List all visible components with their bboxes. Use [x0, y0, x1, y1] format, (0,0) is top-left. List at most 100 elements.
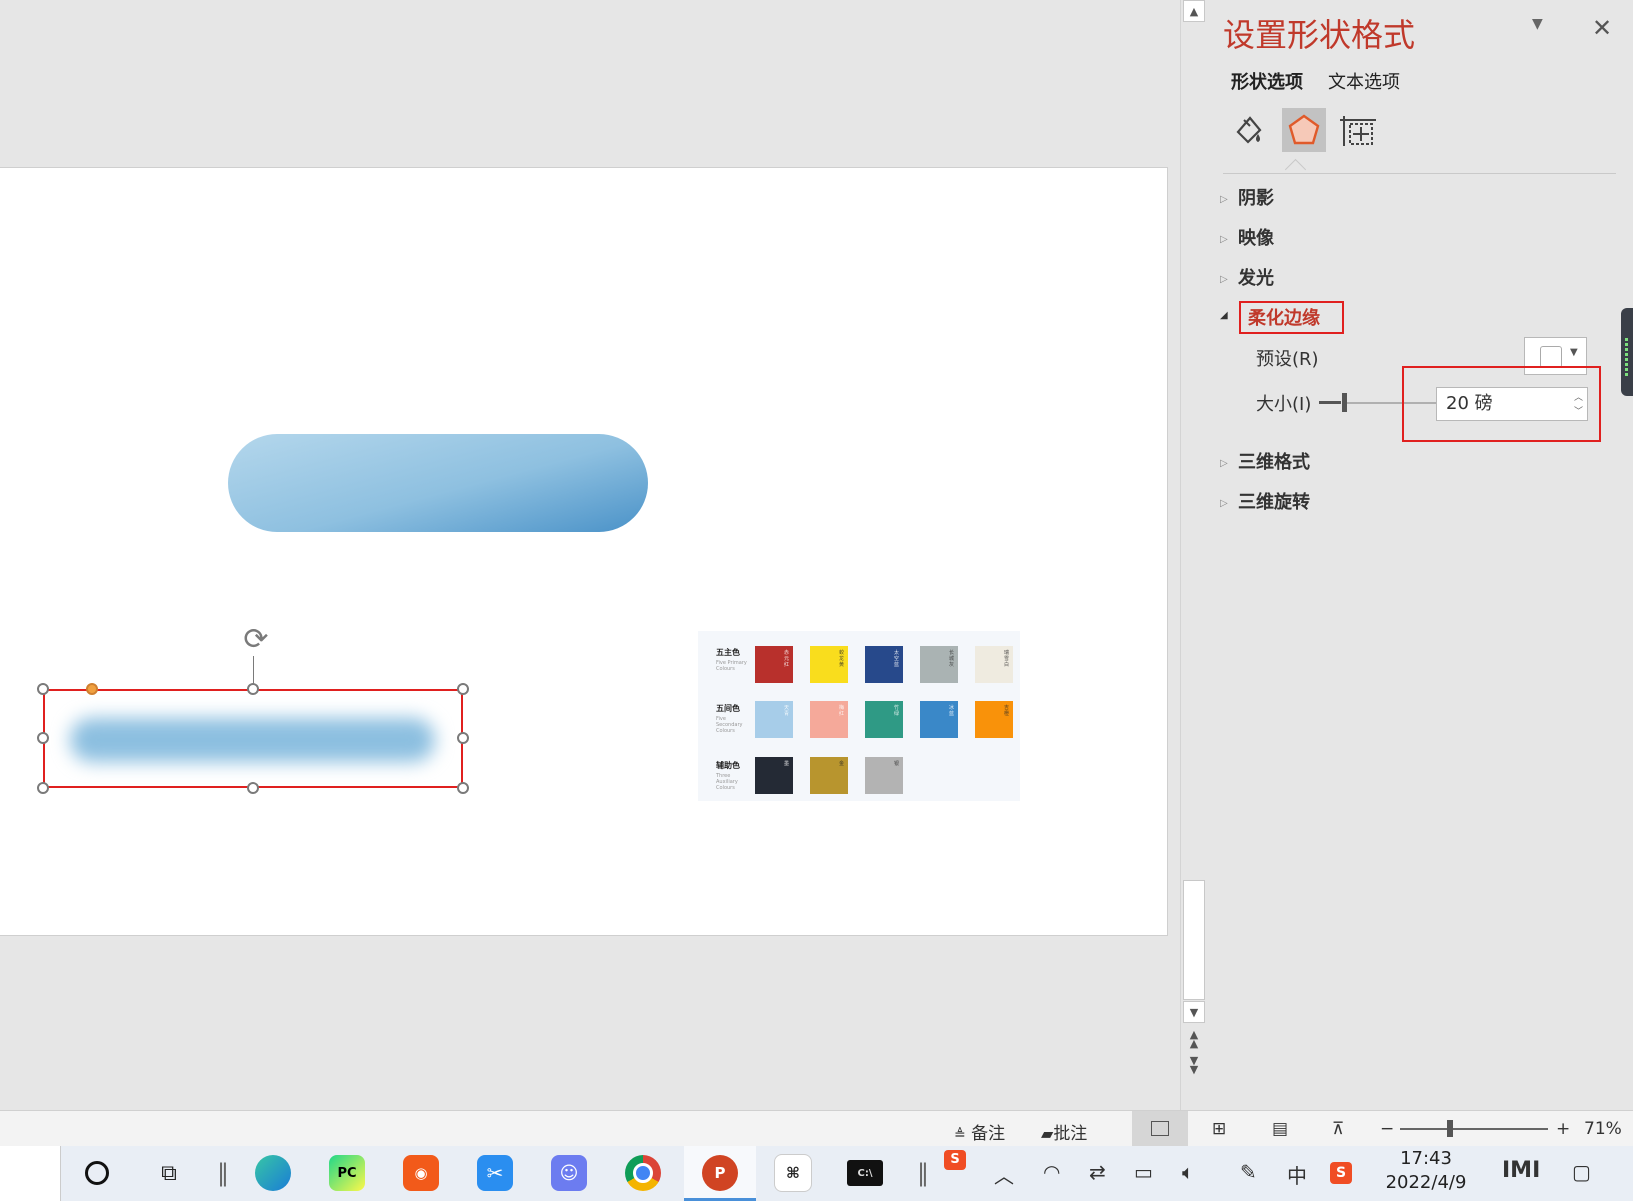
color-palette-image[interactable]: 五主色 Five Primary Colours 五间色 Five Second… [698, 631, 1020, 801]
notes-icon: ≜ [954, 1127, 966, 1143]
pane-title: 设置形状格式 [1223, 16, 1416, 54]
tab-shape-options[interactable]: 形状选项 [1231, 68, 1303, 94]
slide[interactable] [0, 167, 1168, 936]
task-view-icon[interactable]: ⧉ [146, 1150, 192, 1196]
pane-options-dropdown-icon[interactable]: ▼ [1532, 16, 1543, 32]
slide-sorter-icon[interactable]: ⊞ [1212, 1119, 1226, 1139]
section-reflection[interactable]: ▷ 映像 [1220, 224, 1274, 250]
size-label: 大小(I) [1256, 394, 1312, 415]
collapse-triangle-icon: ◢ [1220, 309, 1228, 321]
spin-down-icon[interactable]: ﹀ [1574, 396, 1583, 428]
effects-pentagon-icon[interactable] [1282, 108, 1326, 152]
notifications-icon[interactable]: ▢ [1572, 1160, 1591, 1184]
section-glow[interactable]: ▷ 发光 [1220, 264, 1274, 290]
expand-triangle-icon: ▷ [1220, 233, 1228, 245]
color-swatch: 竹绿 [865, 701, 903, 738]
zoom-slider-track[interactable] [1400, 1128, 1548, 1130]
scroll-down-icon[interactable]: ▼ [1183, 1001, 1205, 1023]
vertical-scrollbar[interactable]: ▲ ▼ ▲ ▲ ▼ ▼ [1180, 0, 1208, 1110]
swatch-name: 太空蓝 [894, 650, 900, 668]
tab-text-options[interactable]: 文本选项 [1328, 68, 1400, 94]
section-soft-edges[interactable]: ◢ [1220, 304, 1238, 325]
app-orange-icon[interactable]: ◉ [398, 1150, 444, 1196]
taskbar-separator-icon: ‖ [217, 1159, 229, 1187]
swatch-name: 竹绿 [894, 705, 900, 717]
resize-handle-w[interactable] [37, 732, 49, 744]
scissors-icon[interactable]: ✂ [472, 1150, 518, 1196]
taskbar-separator-icon: ‖ [917, 1159, 929, 1187]
wifi-icon[interactable]: ◠ [1043, 1160, 1060, 1184]
resize-handle-nw[interactable] [37, 683, 49, 695]
reading-view-icon[interactable]: ▤ [1272, 1119, 1288, 1139]
section-3d-format[interactable]: ▷ 三维格式 [1220, 448, 1310, 474]
input-mode-icon[interactable]: 中 [1287, 1160, 1307, 1189]
gradient-rounded-rectangle[interactable] [228, 434, 648, 532]
swatch-name: 墨 [784, 761, 790, 767]
normal-view-button[interactable] [1132, 1111, 1188, 1147]
clock-date: 2022/4/9 [1385, 1172, 1467, 1193]
section-shadow[interactable]: ▷ 阴影 [1220, 184, 1274, 210]
code-monkey-icon[interactable]: ☺ [546, 1150, 592, 1196]
app-tray-logo-icon[interactable]: IMI [1502, 1158, 1540, 1183]
zoom-out-icon[interactable]: − [1380, 1119, 1394, 1139]
resize-handle-s[interactable] [247, 782, 259, 794]
chrome-icon[interactable] [620, 1150, 666, 1196]
adjust-handle[interactable] [86, 683, 98, 695]
volume-icon[interactable]: 🔈︎ [1182, 1160, 1194, 1184]
zoom-level[interactable]: 71% [1584, 1119, 1622, 1139]
section-label: 三维旋转 [1238, 492, 1310, 513]
palette-row-label: 辅助色 [716, 761, 740, 770]
swatch-name: 银 [894, 761, 900, 767]
comments-button[interactable]: ▰批注 [1041, 1119, 1087, 1144]
resize-handle-se[interactable] [457, 782, 469, 794]
rotate-handle-icon[interactable]: ⟳ [238, 622, 274, 658]
resize-handle-e[interactable] [457, 732, 469, 744]
notes-button[interactable]: ≜ 备注 [954, 1119, 1005, 1144]
section-label: 阴影 [1238, 188, 1274, 209]
comments-label: 批注 [1053, 1124, 1088, 1144]
palette-row-label: 五主色 [716, 648, 740, 657]
clock[interactable]: 17:43 2022/4/9 [1378, 1148, 1474, 1193]
terminal-icon[interactable]: C:\ [842, 1150, 888, 1196]
app-white-icon[interactable]: ⌘ [770, 1150, 816, 1196]
pycharm-icon[interactable]: PC [324, 1150, 370, 1196]
size-slider-thumb[interactable] [1342, 393, 1347, 412]
side-widget-tab[interactable] [1621, 308, 1633, 396]
fill-line-icon[interactable] [1228, 108, 1272, 152]
resize-handle-n[interactable] [247, 683, 259, 695]
color-swatch: 长城灰 [920, 646, 958, 683]
next-slide-icon[interactable]: ▼ ▼ [1185, 1055, 1203, 1075]
close-icon[interactable]: ✕ [1592, 14, 1612, 42]
edge-icon[interactable] [250, 1150, 296, 1196]
section-label[interactable]: 柔化边缘 [1248, 304, 1320, 330]
sliders-icon[interactable]: ⇄ [1089, 1160, 1106, 1184]
cortana-icon[interactable] [74, 1150, 120, 1196]
swatch-name: 冰蓝 [949, 705, 955, 717]
powerpoint-icon[interactable]: P [697, 1150, 743, 1196]
resize-handle-sw[interactable] [37, 782, 49, 794]
color-swatch: 吉橙 [975, 701, 1013, 738]
scroll-thumb[interactable] [1183, 880, 1205, 1000]
zoom-slider-thumb[interactable] [1447, 1120, 1453, 1137]
slideshow-icon[interactable]: ⊼ [1332, 1119, 1344, 1139]
previous-slide-icon[interactable]: ▲ ▲ [1185, 1029, 1203, 1049]
sogou-tray-icon[interactable]: S [1330, 1162, 1352, 1184]
clock-time: 17:43 [1400, 1148, 1452, 1169]
scroll-up-icon[interactable]: ▲ [1183, 0, 1205, 22]
pane-divider [1223, 173, 1616, 174]
search-box[interactable] [0, 1146, 61, 1201]
battery-icon[interactable]: ▭ [1134, 1160, 1153, 1184]
palette-row-sub: Three Auxiliary Colours [716, 773, 738, 791]
section-3d-rotation[interactable]: ▷ 三维旋转 [1220, 488, 1310, 514]
resize-handle-ne[interactable] [457, 683, 469, 695]
notes-label: 备注 [971, 1124, 1006, 1144]
pen-icon[interactable]: ✎ [1240, 1160, 1257, 1184]
zoom-in-icon[interactable]: + [1556, 1119, 1570, 1139]
size-properties-icon[interactable] [1336, 108, 1380, 152]
size-spinner-input[interactable]: 20 磅 ︿ ﹀ [1436, 387, 1588, 421]
sogou-input-icon[interactable]: S [944, 1150, 966, 1170]
comment-icon: ▰ [1041, 1124, 1054, 1143]
show-hidden-icons-icon[interactable]: ︿ [994, 1160, 1014, 1189]
normal-view-icon [1151, 1121, 1169, 1136]
taskbar: ⧉ ‖ PC ◉ ✂ ☺ P ⌘ C:\ ‖ S ︿ ◠ ⇄ ▭ 🔈︎ ✎ 中 … [0, 1146, 1633, 1201]
